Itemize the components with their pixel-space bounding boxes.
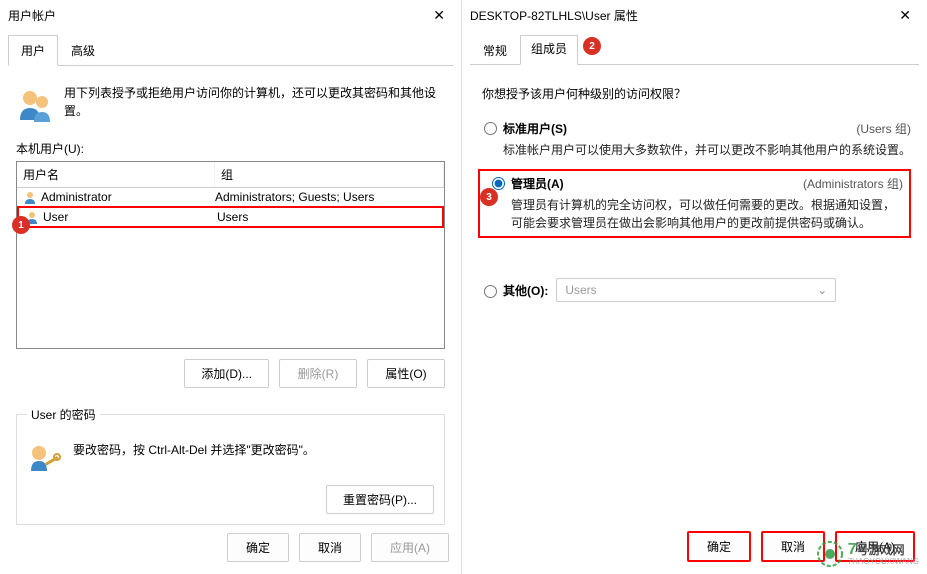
properties-button[interactable]: 属性(O)	[367, 359, 445, 388]
other-group-dropdown[interactable]: Users ⌄	[556, 278, 836, 302]
radio-description: 标准帐户用户可以使用大多数软件，并可以更改不影响其他用户的系统设置。	[503, 141, 911, 159]
dialog-button-row: 确定 取消 应用(A)	[227, 533, 449, 562]
user-properties-dialog: DESKTOP-82TLHLS\User 属性 ✕ 常规 组成员 你想授予该用户…	[462, 0, 927, 574]
watermark-subtext: 7HAOYOUXIWANG	[848, 558, 919, 566]
intro-text: 用下列表授予或拒绝用户访问你的计算机，还可以更改其密码和其他设置。	[64, 84, 445, 120]
cancel-button[interactable]: 取消	[299, 533, 361, 562]
radio-description: 管理员有计算机的完全访问权，可以做任何需要的更改。根据通知设置，可能会要求管理员…	[511, 196, 903, 232]
radio-hint: (Users 组)	[856, 120, 911, 137]
ok-button[interactable]: 确定	[227, 533, 289, 562]
chevron-down-icon: ⌄	[817, 283, 827, 297]
ok-button[interactable]: 确定	[687, 531, 751, 562]
close-icon[interactable]: ✕	[891, 3, 919, 28]
radio-administrator[interactable]: 管理员(A) (Administrators 组) 管理员有计算机的完全访问权，…	[486, 175, 903, 232]
cell-group: Users	[217, 210, 436, 224]
remove-button[interactable]: 删除(R)	[279, 359, 357, 388]
users-icon	[16, 84, 56, 124]
password-fieldset: User 的密码 要改密码，按 Ctrl-Alt-Del 并选择"更改密码"。 …	[16, 406, 445, 525]
radio-hint: (Administrators 组)	[803, 175, 903, 192]
dialog-title: DESKTOP-82TLHLS\User 属性	[470, 7, 638, 24]
radio-admin-highlight: 管理员(A) (Administrators 组) 管理员有计算机的完全访问权，…	[478, 169, 911, 238]
tab-bar: 用户 高级	[8, 34, 453, 66]
titlebar: 用户帐户 ✕	[0, 0, 461, 30]
cell-username: User	[43, 210, 68, 224]
tab-general[interactable]: 常规	[470, 35, 520, 65]
intro-row: 用下列表授予或拒绝用户访问你的计算机，还可以更改其密码和其他设置。	[16, 84, 445, 124]
radio-input-standard[interactable]	[484, 122, 497, 135]
tab-membership[interactable]: 组成员	[520, 35, 578, 65]
user-accounts-dialog: 用户帐户 ✕ 用户 高级 用下列表授予或拒绝用户访问你的计算机，还可以更改其密码…	[0, 0, 462, 574]
users-table[interactable]: 用户名 组 Administrator Administrators; Gues…	[16, 161, 445, 349]
radio-group: 标准用户(S) (Users 组) 标准帐户用户可以使用大多数软件，并可以更改不…	[478, 120, 911, 302]
radio-other[interactable]: 其他(O): Users ⌄	[478, 278, 911, 302]
tab-content: 你想授予该用户何种级别的访问权限？ 标准用户(S) (Users 组) 标准帐户…	[462, 65, 927, 322]
radio-input-other[interactable]	[484, 285, 497, 298]
add-button[interactable]: 添加(D)...	[184, 359, 269, 388]
dropdown-value: Users	[565, 283, 596, 297]
cell-group: Administrators; Guests; Users	[215, 190, 438, 204]
table-body: Administrator Administrators; Guests; Us…	[17, 188, 444, 348]
question-text: 你想授予该用户何种级别的访问权限？	[482, 85, 907, 102]
close-icon[interactable]: ✕	[425, 3, 453, 28]
radio-title: 标准用户(S)	[503, 120, 567, 137]
table-row[interactable]: Administrator Administrators; Guests; Us…	[17, 188, 444, 206]
watermark: 7号游戏网 7HAOYOUXIWANG	[816, 540, 919, 568]
radio-title: 管理员(A)	[511, 175, 564, 192]
column-group[interactable]: 组	[215, 162, 444, 187]
local-users-label: 本机用户(U):	[16, 140, 445, 157]
annotation-badge-1: 1	[12, 216, 30, 234]
tab-advanced[interactable]: 高级	[58, 35, 108, 66]
radio-standard-user[interactable]: 标准用户(S) (Users 组) 标准帐户用户可以使用大多数软件，并可以更改不…	[478, 120, 911, 159]
password-text: 要改密码，按 Ctrl-Alt-Del 并选择"更改密码"。	[73, 441, 315, 458]
password-legend: User 的密码	[27, 406, 100, 423]
user-icon	[23, 190, 37, 204]
apply-button[interactable]: 应用(A)	[371, 533, 449, 562]
table-row[interactable]: User Users	[17, 206, 444, 228]
watermark-logo-icon	[816, 540, 844, 568]
cell-username: Administrator	[41, 190, 112, 204]
tab-user[interactable]: 用户	[8, 35, 58, 66]
column-username[interactable]: 用户名	[17, 162, 215, 187]
radio-title: 其他(O):	[503, 282, 548, 299]
watermark-text: 7号游戏网	[848, 542, 919, 558]
table-header: 用户名 组	[17, 162, 444, 188]
dialog-title: 用户帐户	[8, 7, 56, 24]
table-button-row: 添加(D)... 删除(R) 属性(O)	[16, 359, 445, 388]
radio-input-admin[interactable]	[492, 177, 505, 190]
reset-password-button[interactable]: 重置密码(P)...	[326, 485, 434, 514]
annotation-badge-3: 3	[480, 188, 498, 206]
tab-bar: 常规 组成员	[470, 34, 919, 65]
titlebar: DESKTOP-82TLHLS\User 属性 ✕	[462, 0, 927, 30]
tab-content: 用下列表授予或拒绝用户访问你的计算机，还可以更改其密码和其他设置。 本机用户(U…	[0, 66, 461, 535]
key-icon	[27, 441, 63, 477]
annotation-badge-2: 2	[583, 37, 601, 55]
